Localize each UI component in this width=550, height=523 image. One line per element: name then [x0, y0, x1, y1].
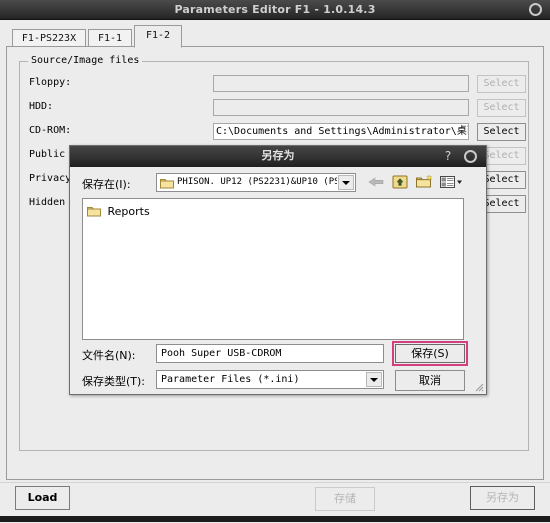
label-privacy: Privacy [29, 173, 72, 184]
dialog-title: 另存为 [261, 149, 295, 162]
circle-close-icon[interactable] [464, 150, 477, 163]
circle-close-icon[interactable] [529, 3, 542, 16]
input-cdrom[interactable]: C:\Documents and Settings\Administrator\… [213, 123, 469, 140]
resize-grip[interactable] [474, 382, 484, 392]
select-button-cdrom[interactable]: Select [477, 123, 526, 141]
new-folder-icon[interactable] [414, 173, 434, 192]
select-button-floppy[interactable]: Select [477, 75, 526, 93]
dialog-titlebar: 另存为 ? [70, 146, 486, 167]
tab-strip: F1-PS223X F1-1 F1-2 [6, 25, 544, 48]
input-hdd[interactable] [213, 99, 469, 116]
dialog-save-button[interactable]: 保存(S) [395, 344, 465, 363]
list-item[interactable]: Reports [87, 203, 150, 219]
app-title: Parameters Editor F1 - 1.0.14.3 [174, 3, 376, 16]
look-in-label: 保存在(I): [82, 178, 131, 191]
list-item-label: Reports [107, 205, 150, 218]
window-bottom-strip [0, 516, 550, 522]
tab-f1-1[interactable]: F1-1 [88, 29, 132, 47]
load-button[interactable]: Load [15, 486, 70, 510]
save-as-button[interactable]: 另存为 [470, 486, 535, 510]
file-type-value: Parameter Files (*.ini) [161, 374, 300, 385]
file-list[interactable]: Reports [82, 198, 464, 340]
folder-icon [160, 177, 174, 192]
label-cdrom: CD-ROM: [29, 125, 72, 136]
save-as-dialog: 另存为 ? 保存在(I): PHISON. UP12 (PS2231)&UP10… [69, 145, 487, 395]
group-legend: Source/Image files [28, 55, 143, 66]
label-hdd: HDD: [29, 101, 54, 112]
save-button[interactable]: 存储 [315, 487, 375, 511]
chevron-down-icon[interactable] [366, 372, 382, 387]
folder-icon [87, 207, 105, 220]
views-icon[interactable] [438, 173, 464, 192]
chevron-down-icon[interactable] [338, 175, 354, 190]
file-name-label: 文件名(N): [82, 349, 136, 362]
select-button-hdd[interactable]: Select [477, 99, 526, 117]
dialog-cancel-button[interactable]: 取消 [395, 370, 465, 391]
back-arrow-icon[interactable] [366, 173, 386, 192]
file-type-label: 保存类型(T): [82, 375, 146, 388]
look-in-combo[interactable]: PHISON. UP12 (PS2231)&UP10 (PS2 [156, 173, 356, 192]
file-type-combo[interactable]: Parameter Files (*.ini) [156, 370, 384, 389]
label-floppy: Floppy: [29, 77, 72, 88]
file-name-input[interactable]: Pooh Super USB-CDROM [156, 344, 384, 363]
app-titlebar: Parameters Editor F1 - 1.0.14.3 [0, 0, 550, 20]
save-button-highlight: 保存(S) [392, 341, 468, 366]
up-one-level-icon[interactable] [390, 173, 410, 192]
tab-f1-ps223x[interactable]: F1-PS223X [12, 29, 86, 47]
help-icon[interactable]: ? [442, 149, 454, 164]
input-floppy[interactable] [213, 75, 469, 92]
tab-f1-2[interactable]: F1-2 [134, 25, 182, 48]
look-in-value: PHISON. UP12 (PS2231)&UP10 (PS2 [177, 177, 337, 187]
